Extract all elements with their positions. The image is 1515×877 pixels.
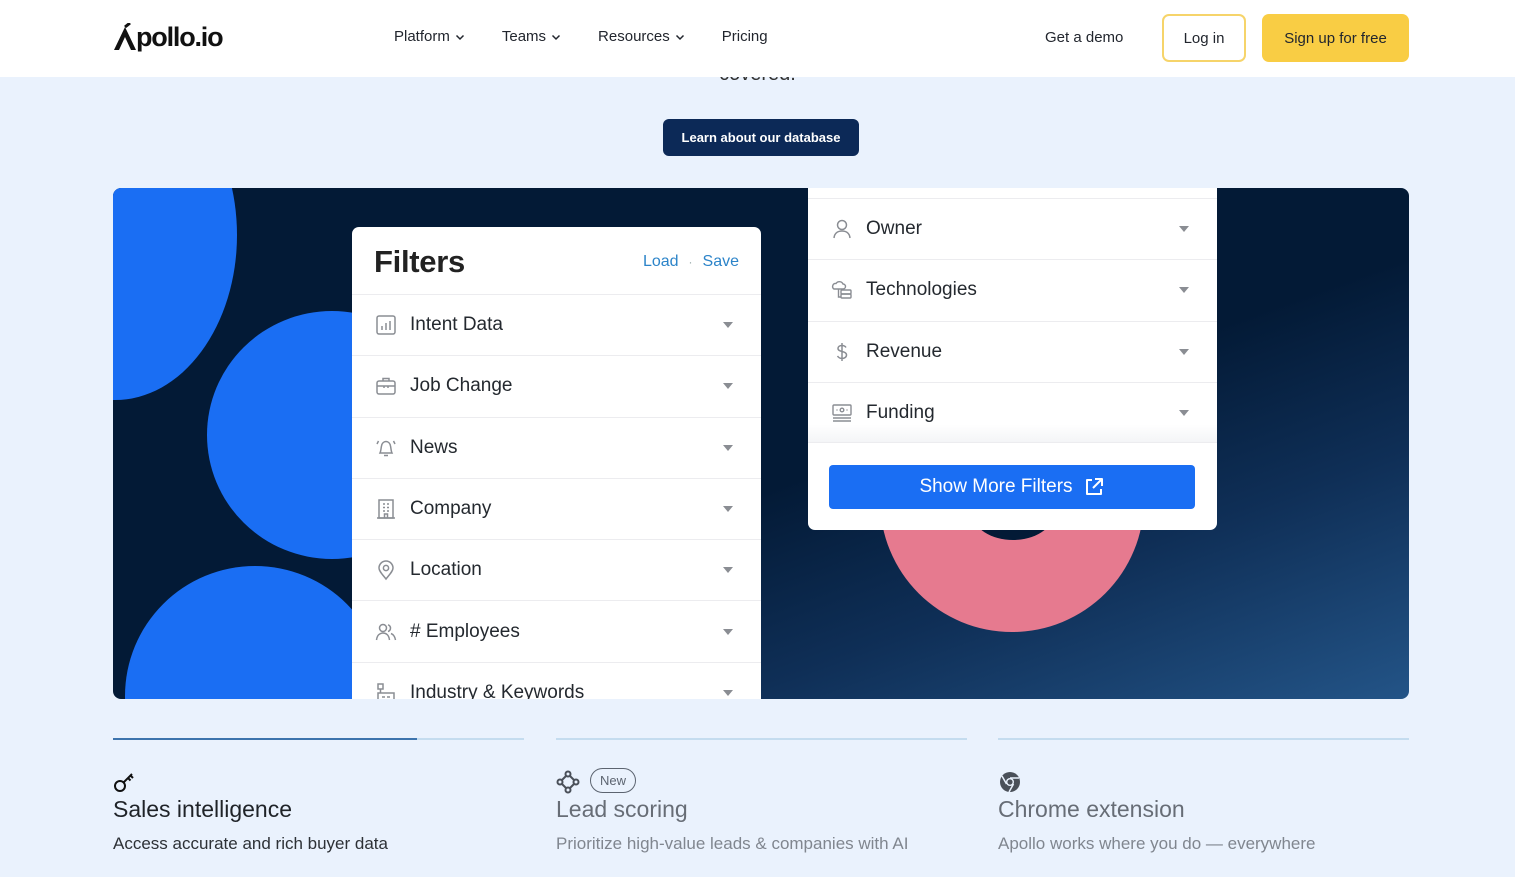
industry-icon [374,681,398,699]
main-nav: Platform Teams Resources Pricing [394,28,805,45]
feature-title: Sales intelligence [113,796,293,822]
apollo-logo-icon [114,23,136,50]
feature-title: Lead scoring [556,796,688,822]
feature-description: Prioritize high-value leads & companies … [556,834,909,853]
filter-revenue[interactable]: Revenue [808,320,1217,382]
caret-down-icon [1179,287,1189,294]
filter-label: Company [410,498,492,520]
feature-title: Chrome extension [998,796,1185,822]
feature-progress-bar [998,738,1409,740]
filter-label: # Employees [410,620,520,642]
filter-job-change[interactable]: Job Change [352,355,761,416]
chevron-down-icon [675,34,684,40]
filter-label: News [410,436,458,458]
feature-description: Access accurate and rich buyer data [113,834,388,853]
caret-down-icon [1179,409,1189,416]
feature-progress-bar [113,738,524,740]
filter-label: Intent Data [410,314,503,336]
get-demo-link[interactable]: Get a demo [1045,29,1123,46]
chrome-icon [1000,772,1020,793]
login-button[interactable]: Log in [1162,14,1246,62]
feature-progress-bar [556,738,967,740]
chevron-down-icon [455,34,464,40]
filter-label: Industry & Keywords [410,681,585,699]
map-pin-icon [374,558,398,582]
site-header: Apollo.io pollo.io Platform Teams Resour… [0,0,1515,77]
signup-button[interactable]: Sign up for free [1262,14,1409,62]
filter-industry-keywords[interactable]: Industry & Keywords [352,661,761,699]
filter-funding[interactable]: Funding [808,381,1217,444]
filter-label: Funding [866,401,935,423]
decor-circle [125,566,385,699]
caret-down-icon [1179,226,1189,233]
caret-down-icon [723,383,733,390]
caret-down-icon [723,689,733,696]
filter-label: Location [410,559,482,581]
filter-label: Revenue [866,340,943,362]
filter-company[interactable]: Company [352,477,761,539]
decor-circle [113,188,237,400]
feature-tab-sales-intelligence[interactable]: Sales intelligence Access accurate and r… [113,738,524,853]
nav-platform[interactable]: Platform [394,28,465,45]
filters-card: Filters Load · Save Intent Data Job Chan… [352,227,761,699]
feature-tab-lead-scoring[interactable]: New Lead scoring Prioritize high-value l… [556,738,967,853]
filter-label: Owner [866,218,922,240]
filter-label: Job Change [410,375,513,397]
nav-resources-label: Resources [598,28,670,45]
apollo-logo[interactable]: Apollo.io pollo.io [113,20,224,54]
briefcase-icon [374,374,398,398]
nav-pricing[interactable]: Pricing [722,28,768,45]
filter-owner[interactable]: Owner [808,198,1217,259]
logo-wordmark: pollo.io [136,21,224,52]
show-more-filters-button[interactable]: Show More Filters [829,465,1195,509]
nodes-icon [556,770,580,794]
filter-employees[interactable]: # Employees [352,600,761,661]
show-more-label: Show More Filters [919,476,1073,497]
filter-list: Intent Data Job Change News Company Loca… [352,294,761,699]
save-link[interactable]: Save [703,253,739,271]
filter-intent-data[interactable]: Intent Data [352,294,761,355]
progress-fill [113,738,418,740]
caret-down-icon [723,628,733,635]
bar-chart-icon [374,313,398,337]
cloud-server-icon [830,278,854,302]
chevron-down-icon [552,34,561,40]
load-link[interactable]: Load [643,253,679,271]
nav-teams[interactable]: Teams [502,28,561,45]
filters-actions: Load · Save [643,253,739,271]
users-icon [374,620,398,644]
nav-resources[interactable]: Resources [598,28,685,45]
external-link-icon [1085,478,1103,495]
caret-down-icon [723,444,733,451]
learn-database-button[interactable]: Learn about our database [663,119,859,156]
nav-pricing-label: Pricing [721,28,768,45]
caret-down-icon [723,506,733,513]
caret-down-icon [723,567,733,574]
caret-down-icon [1179,348,1189,355]
bell-icon [374,436,398,460]
separator: · [688,255,693,269]
new-badge: New [590,768,637,793]
money-icon [830,401,854,425]
filter-label: Technologies [866,279,977,301]
key-icon [114,773,134,792]
feature-description: Apollo works where you do — everywhere [998,834,1316,853]
nav-teams-label: Teams [501,28,547,45]
filter-location[interactable]: Location [352,539,761,600]
dollar-icon [830,340,854,364]
feature-tab-chrome-extension[interactable]: Chrome extension Apollo works where you … [998,738,1409,853]
user-icon [830,217,854,241]
filters-hero-panel: Filters Load · Save Intent Data Job Chan… [113,188,1409,699]
caret-down-icon [723,322,733,329]
more-filters-card: Owner Technologies Revenue Funding Show … [808,188,1217,530]
nav-platform-label: Platform [394,28,450,45]
building-icon [374,497,398,521]
filter-list: Owner Technologies Revenue Funding [808,198,1217,444]
filter-technologies[interactable]: Technologies [808,259,1217,320]
filters-title: Filters [374,244,465,279]
filter-news[interactable]: News [352,416,761,478]
